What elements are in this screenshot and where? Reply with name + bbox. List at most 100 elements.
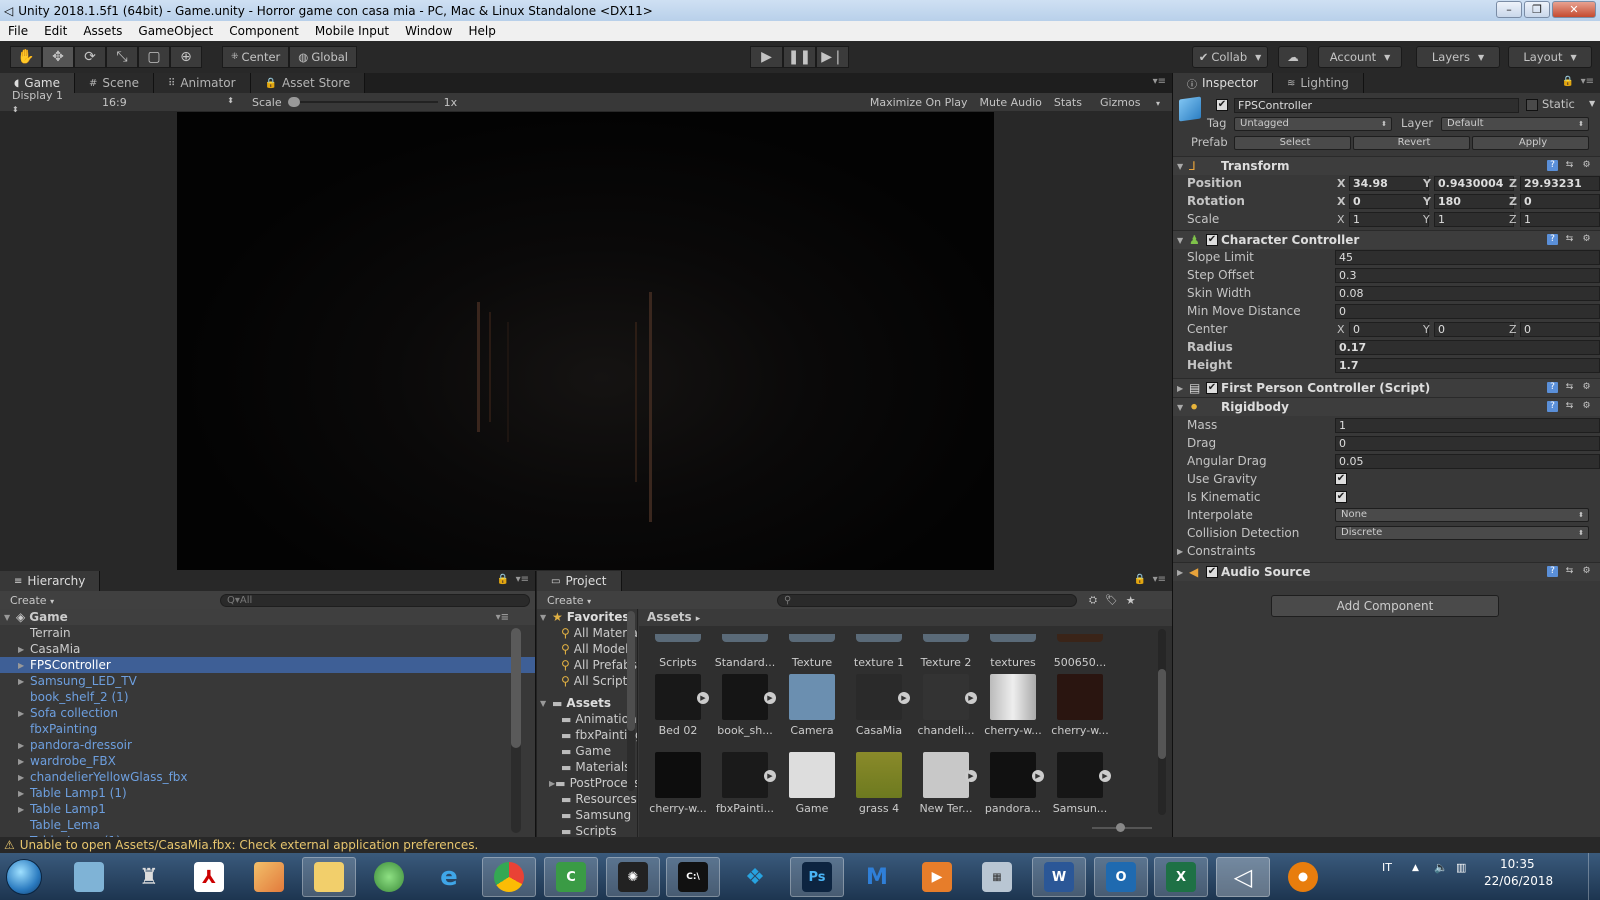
asset-item[interactable]: cherry-w...: [1047, 674, 1113, 737]
stats-toggle[interactable]: Stats: [1048, 96, 1088, 109]
panel-menu-icon[interactable]: ▾≡: [1153, 76, 1166, 87]
hierarchy-item[interactable]: fbxPainting: [0, 721, 535, 737]
scrollbar-thumb[interactable]: [1158, 669, 1166, 759]
show-desktop-button[interactable]: [1588, 853, 1600, 900]
tab-lighting[interactable]: ≋ Lighting: [1272, 73, 1364, 93]
asset-item[interactable]: Game: [779, 752, 845, 815]
use-gravity-checkbox[interactable]: ✔: [1335, 473, 1347, 485]
pivot-global-button[interactable]: ◍ Global: [289, 46, 357, 68]
favorite-item[interactable]: ⚲ All Scripts: [537, 673, 637, 689]
settings-gear-icon[interactable]: ⚙: [1581, 382, 1592, 393]
hierarchy-item[interactable]: ▶ Sofa collection: [0, 705, 535, 721]
taskbar-outlook[interactable]: O: [1094, 857, 1148, 897]
assets-root-row[interactable]: ▼ ▬ Assets: [537, 695, 637, 711]
position-y-field[interactable]: 0.9430004: [1434, 176, 1514, 191]
expand-arrow-icon[interactable]: ▶: [18, 645, 30, 654]
hierarchy-item[interactable]: ▶ pandora-dressoir: [0, 737, 535, 753]
expand-arrow-icon[interactable]: ▶: [18, 805, 30, 814]
network-icon[interactable]: ▥: [1456, 861, 1466, 874]
mass-field[interactable]: 1: [1335, 418, 1600, 433]
lock-icon[interactable]: 🔒: [1134, 574, 1146, 585]
transform-icon[interactable]: ⊕: [170, 46, 202, 68]
language-indicator[interactable]: IT: [1382, 861, 1392, 874]
scrollbar-thumb[interactable]: [627, 611, 635, 731]
filter-type-icon[interactable]: ⛭: [1089, 595, 1097, 606]
fps-script-enabled-checkbox[interactable]: ✔: [1206, 382, 1218, 394]
close-button[interactable]: ✕: [1552, 1, 1596, 18]
skin-width-field[interactable]: 0.08: [1335, 286, 1600, 301]
taskbar-excel[interactable]: X: [1154, 857, 1208, 897]
settings-gear-icon[interactable]: ⚙: [1581, 401, 1592, 412]
favorite-star-icon[interactable]: ★: [1126, 594, 1136, 607]
pivot-center-button[interactable]: ⁜ Center: [222, 46, 290, 68]
hierarchy-item[interactable]: ▶ CasaMia: [0, 641, 535, 657]
folder-item[interactable]: ▬ Animations: [537, 711, 637, 727]
taskbar-network[interactable]: [362, 857, 416, 897]
min-move-distance-field[interactable]: 0: [1335, 304, 1600, 319]
hierarchy-item[interactable]: ▶ Table Lamp1 (1): [0, 785, 535, 801]
scale-y-field[interactable]: 1: [1434, 212, 1514, 227]
prefab-select-button[interactable]: Select: [1234, 136, 1351, 150]
step-button[interactable]: ▶❘: [816, 46, 849, 68]
scale-slider-thumb[interactable]: [287, 97, 300, 107]
show-hidden-icons-icon[interactable]: ▲: [1412, 863, 1419, 873]
preset-icon[interactable]: ⇆: [1564, 566, 1575, 577]
expand-asset-icon[interactable]: ▶: [965, 770, 977, 782]
help-book-icon[interactable]: ?: [1547, 382, 1558, 393]
expand-arrow-icon[interactable]: ▶: [18, 773, 30, 782]
rotation-y-field[interactable]: 180: [1434, 194, 1514, 209]
tag-dropdown[interactable]: Untagged ⬍: [1234, 117, 1392, 131]
scale-z-field[interactable]: 1: [1520, 212, 1600, 227]
prefab-apply-button[interactable]: Apply: [1472, 136, 1589, 150]
asset-item[interactable]: ▶ New Ter...: [913, 752, 979, 815]
lock-icon[interactable]: 🔒: [497, 574, 509, 585]
collapse-arrow-icon[interactable]: ▶: [1177, 568, 1183, 577]
clock-date[interactable]: 22/06/2018: [1484, 874, 1553, 888]
folder-item[interactable]: ▬ Game: [537, 743, 637, 759]
asset-item[interactable]: 500650...: [1047, 630, 1113, 669]
expand-arrow-icon[interactable]: ▼: [1177, 236, 1183, 245]
scrollbar-thumb[interactable]: [511, 628, 521, 748]
center-z-field[interactable]: 0: [1520, 322, 1600, 337]
volume-icon[interactable]: 🔈: [1434, 861, 1448, 874]
clock-time[interactable]: 10:35: [1500, 857, 1535, 871]
step-offset-field[interactable]: 0.3: [1335, 268, 1600, 283]
expand-arrow-icon[interactable]: ▼: [4, 613, 16, 622]
collapse-arrow-icon[interactable]: ▶: [1177, 384, 1183, 393]
menu-component[interactable]: Component: [221, 24, 307, 38]
hierarchy-item[interactable]: Terrain: [0, 625, 535, 641]
expand-arrow-icon[interactable]: ▶: [18, 757, 30, 766]
collab-button[interactable]: ✔ Collab ▼: [1192, 46, 1268, 68]
taskbar-notepad[interactable]: [62, 857, 116, 897]
minimize-button[interactable]: –: [1496, 1, 1522, 18]
asset-item[interactable]: Camera: [779, 674, 845, 737]
menu-mobile-input[interactable]: Mobile Input: [307, 24, 397, 38]
panel-menu-icon[interactable]: ▾≡: [1581, 76, 1594, 87]
taskbar-chess[interactable]: ♜: [122, 857, 176, 897]
help-book-icon[interactable]: ?: [1547, 160, 1558, 171]
center-x-field[interactable]: 0: [1349, 322, 1429, 337]
expand-arrow-icon[interactable]: ▼: [1177, 403, 1183, 412]
lock-icon[interactable]: 🔒: [1562, 76, 1574, 87]
account-button[interactable]: Account ▼: [1318, 46, 1402, 68]
taskbar-paint[interactable]: [242, 857, 296, 897]
expand-asset-icon[interactable]: ▶: [1032, 770, 1044, 782]
expand-asset-icon[interactable]: ▶: [764, 770, 776, 782]
position-x-field[interactable]: 34.98: [1349, 176, 1429, 191]
asset-item[interactable]: Scripts: [645, 630, 711, 669]
preset-icon[interactable]: ⇆: [1564, 160, 1575, 171]
help-book-icon[interactable]: ?: [1547, 566, 1558, 577]
taskbar-calculator[interactable]: ▦: [970, 857, 1024, 897]
menu-edit[interactable]: Edit: [36, 24, 75, 38]
folder-item[interactable]: ▬ Scripts: [537, 823, 637, 837]
menu-help[interactable]: Help: [460, 24, 503, 38]
project-create-button[interactable]: Create ▾: [547, 594, 777, 607]
favorites-row[interactable]: ▼ ★ Favorites: [537, 609, 637, 625]
transform-component-header[interactable]: ▼ ⅃ Transform ? ⇆ ⚙: [1173, 156, 1600, 175]
hierarchy-item[interactable]: Table_Lema: [0, 817, 535, 833]
hierarchy-create-button[interactable]: Create ▾: [10, 594, 220, 607]
drag-field[interactable]: 0: [1335, 436, 1600, 451]
hand-icon[interactable]: ✋: [10, 46, 42, 68]
taskbar-malwarebytes[interactable]: M: [850, 857, 904, 897]
hierarchy-item[interactable]: book_shelf_2 (1): [0, 689, 535, 705]
